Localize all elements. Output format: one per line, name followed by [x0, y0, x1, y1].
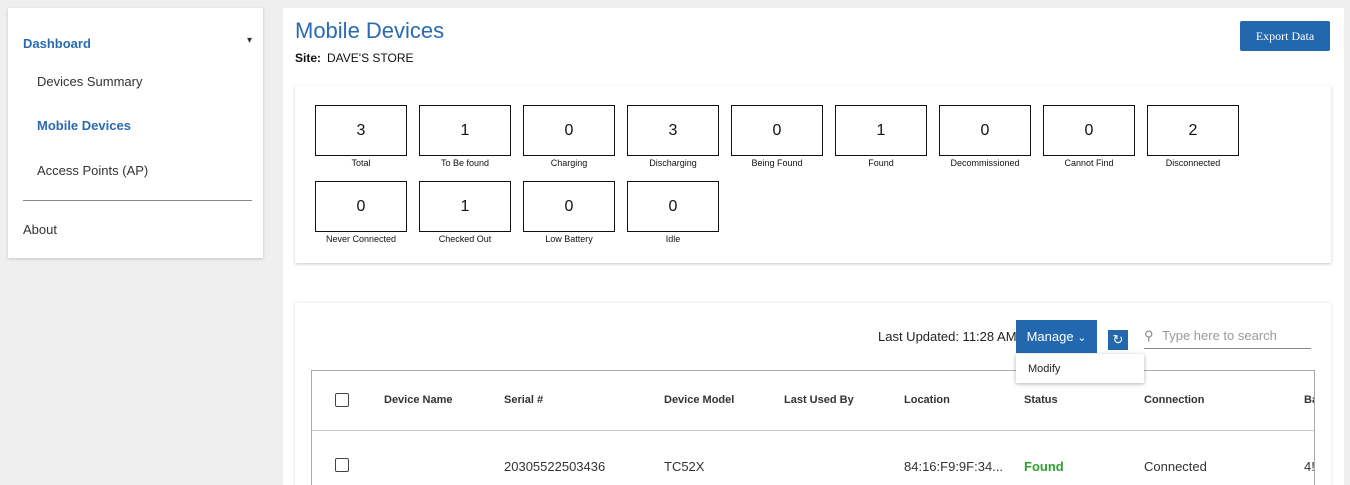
stat-decommissioned[interactable]: 0 Decommissioned: [939, 105, 1031, 168]
stat-idle[interactable]: 0 Idle: [627, 181, 719, 244]
refresh-button[interactable]: ↻: [1108, 330, 1128, 350]
caret-down-icon[interactable]: ▾: [247, 35, 252, 46]
stat-value: 0: [731, 105, 823, 156]
stat-label: Charging: [550, 158, 588, 168]
stat-value: 2: [1147, 105, 1239, 156]
stat-label: Low Battery: [545, 234, 593, 244]
stat-disconnected[interactable]: 2 Disconnected: [1147, 105, 1239, 168]
stat-being-found[interactable]: 0 Being Found: [731, 105, 823, 168]
stat-value: 1: [419, 105, 511, 156]
stat-label: Decommissioned: [950, 158, 1020, 168]
select-all-checkbox[interactable]: [335, 393, 349, 407]
stat-label: Never Connected: [325, 234, 397, 244]
col-serial[interactable]: Serial #: [504, 394, 543, 406]
search-input[interactable]: [1162, 325, 1308, 345]
sidebar-item-mobile-devices[interactable]: Mobile Devices: [37, 118, 131, 133]
cell-battery: 4!: [1304, 459, 1315, 474]
stat-value: 0: [523, 181, 615, 232]
stat-value: 3: [315, 105, 407, 156]
col-device-name[interactable]: Device Name: [384, 394, 453, 406]
manage-label: Manage: [1026, 329, 1074, 344]
sidebar: Dashboard ▾ Devices Summary Mobile Devic…: [8, 8, 263, 258]
cell-serial: 20305522503436: [504, 459, 606, 474]
stat-total[interactable]: 3 Total: [315, 105, 407, 168]
refresh-icon: ↻: [1112, 332, 1124, 347]
sidebar-item-about[interactable]: About: [23, 222, 57, 237]
main-panel: Mobile Devices Site: DAVE'S STORE Export …: [283, 8, 1344, 485]
stat-value: 1: [419, 181, 511, 232]
table-header: Device Name Serial # Device Model Last U…: [312, 371, 1314, 431]
sidebar-dashboard[interactable]: Dashboard: [23, 36, 91, 51]
cell-connection: Connected: [1144, 459, 1207, 474]
stat-label: To Be found: [440, 158, 490, 168]
stat-charging[interactable]: 0 Charging: [523, 105, 615, 168]
sidebar-item-access-points[interactable]: Access Points (AP): [37, 163, 148, 178]
col-status[interactable]: Status: [1024, 394, 1058, 406]
search-icon: ⚲: [1144, 328, 1154, 343]
stat-value: 3: [627, 105, 719, 156]
stat-label: Cannot Find: [1064, 158, 1114, 168]
col-location[interactable]: Location: [904, 394, 950, 406]
site-line: Site: DAVE'S STORE: [295, 51, 414, 65]
stat-found[interactable]: 1 Found: [835, 105, 927, 168]
site-value: DAVE'S STORE: [327, 51, 414, 65]
stat-label: Idle: [665, 234, 681, 244]
stats-card: 3 Total 1 To Be found 0 Charging 3 Dischargi…: [295, 86, 1331, 263]
stat-to-be-found[interactable]: 1 To Be found: [419, 105, 511, 168]
stat-label: Total: [351, 158, 371, 168]
export-data-button[interactable]: Export Data: [1240, 21, 1330, 51]
stat-discharging[interactable]: 3 Discharging: [627, 105, 719, 168]
row-checkbox[interactable]: [335, 458, 349, 472]
stat-label: Found: [868, 158, 894, 168]
col-battery[interactable]: Ba: [1304, 394, 1314, 406]
stat-label: Checked Out: [438, 234, 492, 244]
stat-label: Being Found: [751, 158, 803, 168]
manage-dropdown: Modify: [1016, 354, 1144, 383]
sidebar-divider: [23, 200, 252, 201]
stat-value: 0: [1043, 105, 1135, 156]
chevron-down-icon: ⌄: [1077, 332, 1087, 344]
cell-status: Found: [1024, 459, 1064, 474]
sidebar-item-devices-summary[interactable]: Devices Summary: [37, 74, 142, 89]
col-connection[interactable]: Connection: [1144, 394, 1205, 406]
stat-value: 0: [523, 105, 615, 156]
col-last-used-by[interactable]: Last Used By: [784, 394, 854, 406]
manage-button[interactable]: Manage ⌄: [1016, 320, 1097, 353]
devices-table: Device Name Serial # Device Model Last U…: [311, 370, 1315, 485]
stat-value: 0: [627, 181, 719, 232]
devices-card: Last Updated: 11:28 AM Manage ⌄ ↻ ⚲ Devi…: [295, 303, 1331, 485]
stat-value: 0: [315, 181, 407, 232]
stat-label: Discharging: [649, 158, 697, 168]
stat-value: 1: [835, 105, 927, 156]
stat-label: Disconnected: [1165, 158, 1221, 168]
stat-never-connected[interactable]: 0 Never Connected: [315, 181, 407, 244]
cell-location: 84:16:F9:9F:34...: [904, 459, 1004, 474]
search-box: ⚲: [1144, 323, 1311, 349]
last-updated: Last Updated: 11:28 AM: [878, 329, 1017, 344]
stat-cannot-find[interactable]: 0 Cannot Find: [1043, 105, 1135, 168]
stat-checked-out[interactable]: 1 Checked Out: [419, 181, 511, 244]
stat-low-battery[interactable]: 0 Low Battery: [523, 181, 615, 244]
menu-item-modify[interactable]: Modify: [1028, 363, 1060, 375]
col-device-model[interactable]: Device Model: [664, 394, 734, 406]
site-label: Site:: [295, 51, 322, 65]
stat-value: 0: [939, 105, 1031, 156]
cell-model: TC52X: [664, 459, 705, 474]
page-title: Mobile Devices: [295, 18, 445, 43]
